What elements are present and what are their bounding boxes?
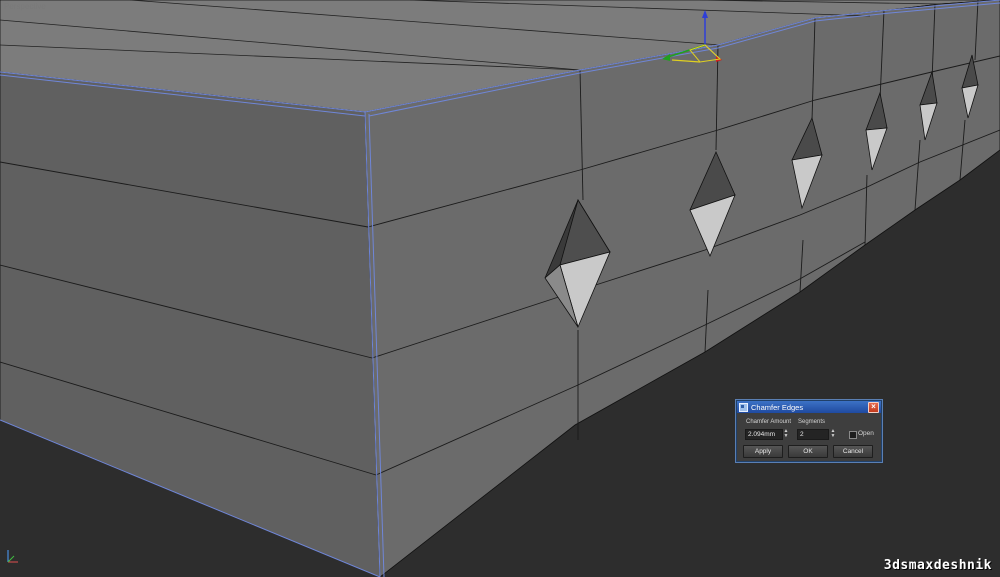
chamfer-edges-dialog: Chamfer Edges × Chamfer Amount Segments … [736, 400, 882, 462]
segments-spinner-icon[interactable]: ▲ ▼ [830, 429, 836, 439]
chamfer-amount-field[interactable] [745, 429, 783, 440]
close-icon[interactable]: × [868, 402, 879, 413]
viewport-label[interactable]: Perspective [4, 2, 46, 11]
cancel-button[interactable]: Cancel [833, 445, 873, 458]
dialog-titlebar[interactable]: Chamfer Edges × [737, 401, 881, 413]
open-checkbox[interactable] [849, 431, 857, 439]
apply-button[interactable]: Apply [743, 445, 783, 458]
perspective-viewport[interactable] [0, 0, 1000, 577]
segments-input[interactable] [798, 430, 828, 439]
segments-label: Segments [798, 419, 826, 425]
chamfer-amount-label: Chamfer Amount [746, 419, 792, 425]
chamfer-amount-spinner-icon[interactable]: ▲ ▼ [783, 429, 789, 439]
app-icon [739, 402, 748, 412]
chamfer-amount-input[interactable] [746, 430, 782, 439]
ok-button[interactable]: OK [788, 445, 828, 458]
dialog-title: Chamfer Edges [751, 402, 804, 412]
open-label: Open [858, 430, 874, 437]
watermark-text: 3dsmaxdeshnik [883, 558, 992, 573]
segments-field[interactable] [797, 429, 829, 440]
